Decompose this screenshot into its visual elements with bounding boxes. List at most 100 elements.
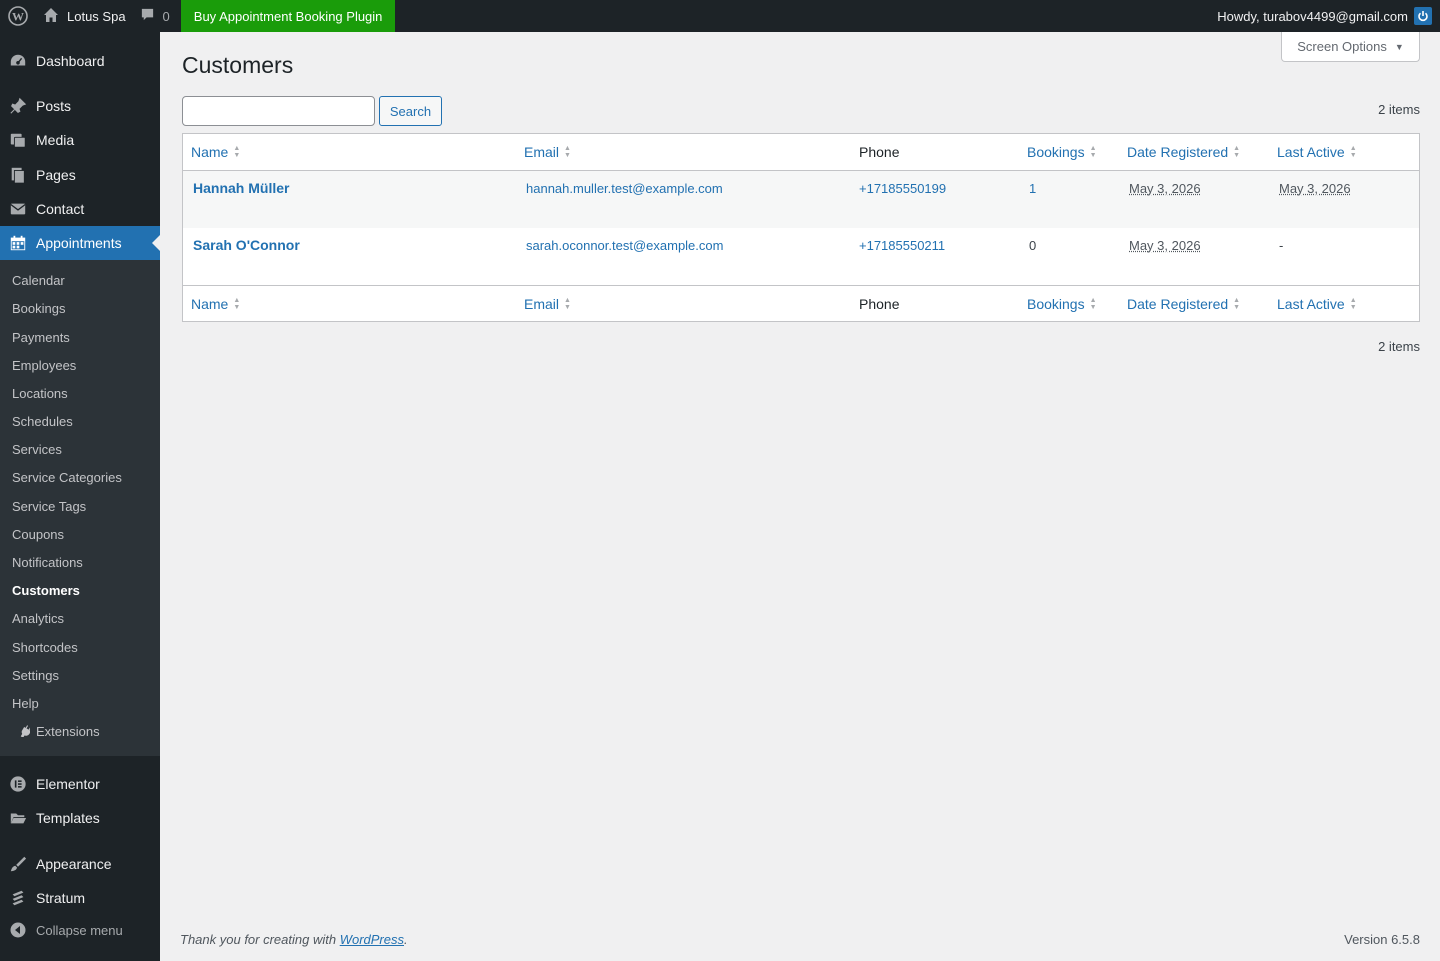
power-icon[interactable]	[1414, 7, 1432, 25]
collapse-arrow-icon	[0, 922, 36, 938]
menu-media[interactable]: Media	[0, 123, 160, 157]
column-label: Date Registered	[1127, 295, 1229, 312]
admin-sidebar: Dashboard Posts Media Pages Contact Appo…	[0, 32, 160, 961]
footer-version: Version 6.5.8	[1344, 932, 1420, 947]
menu-dashboard[interactable]: Dashboard	[0, 44, 160, 78]
screen-options-button[interactable]: Screen Options ▼	[1281, 32, 1420, 62]
media-icon	[0, 131, 36, 149]
sort-icon: ▲ ▼	[1349, 145, 1357, 159]
customers-table: Name ▲ ▼ Email ▲ ▼ Phone Bookings ▲ ▼ Date Reg…	[182, 133, 1420, 322]
site-name: Lotus Spa	[67, 8, 126, 24]
column-footer-last-active[interactable]: Last Active ▲ ▼	[1277, 296, 1357, 312]
menu-pages[interactable]: Pages	[0, 158, 160, 192]
wordpress-logo-icon[interactable]: W	[0, 0, 36, 32]
menu-contact[interactable]: Contact	[0, 192, 160, 226]
submenu-employees[interactable]: Employees	[12, 358, 76, 373]
column-label: Last Active	[1277, 144, 1345, 160]
page-title: Customers	[182, 52, 294, 78]
submenu-coupons[interactable]: Coupons	[12, 527, 64, 542]
submenu-customers[interactable]: Customers	[12, 583, 80, 598]
column-header-name[interactable]: Name ▲ ▼	[191, 144, 240, 160]
dashboard-icon	[0, 52, 36, 70]
menu-label: Pages	[36, 167, 76, 183]
submenu-calendar[interactable]: Calendar	[12, 273, 65, 288]
customer-bookings-link[interactable]: 1	[1029, 181, 1036, 196]
items-count-top: 2 items	[1378, 102, 1420, 117]
table-row: Sarah O'Connor sarah.oconnor.test@exampl…	[183, 228, 1419, 285]
customer-phone-link[interactable]: +17185550211	[859, 238, 945, 253]
menu-label: Appointments	[36, 235, 122, 251]
submenu-schedules[interactable]: Schedules	[12, 414, 73, 429]
customer-name-link[interactable]: Sarah O'Connor	[193, 237, 300, 253]
submenu-notifications[interactable]: Notifications	[12, 555, 83, 570]
menu-label: Contact	[36, 201, 85, 217]
wordpress-link[interactable]: WordPress	[340, 932, 404, 947]
buy-plugin-button[interactable]: Buy Appointment Booking Plugin	[180, 0, 396, 32]
submenu-service-tags[interactable]: Service Tags	[12, 499, 86, 514]
elementor-icon	[0, 775, 36, 793]
menu-templates[interactable]: Templates	[0, 801, 160, 835]
submenu-analytics[interactable]: Analytics	[12, 611, 64, 626]
column-header-date-registered[interactable]: Date Registered ▲ ▼	[1127, 144, 1240, 160]
date-registered: May 3, 2026	[1129, 238, 1201, 253]
submenu-extensions[interactable]: Extensions	[16, 723, 100, 740]
menu-label: Dashboard	[36, 53, 105, 69]
submenu-help[interactable]: Help	[12, 696, 39, 711]
comments-count: 0	[162, 8, 170, 24]
menu-stratum[interactable]: Stratum	[0, 881, 160, 915]
items-count-bottom: 2 items	[1378, 339, 1420, 354]
user-greeting[interactable]: Howdy, turabov4499@gmail.com	[1217, 9, 1408, 24]
submenu-settings[interactable]: Settings	[12, 668, 59, 683]
last-active: May 3, 2026	[1279, 181, 1351, 196]
search-input[interactable]	[182, 96, 375, 126]
menu-label: Templates	[36, 810, 100, 826]
column-header-last-active[interactable]: Last Active ▲ ▼	[1277, 144, 1357, 160]
svg-text:W: W	[12, 10, 24, 24]
column-label: Date Registered	[1127, 144, 1229, 160]
sort-icon: ▲ ▼	[1089, 296, 1097, 311]
customer-email-link[interactable]: hannah.muller.test@example.com	[526, 181, 723, 196]
column-footer-bookings[interactable]: Bookings ▲ ▼	[1027, 296, 1097, 312]
main-content: Screen Options ▼ Customers Search 2 item…	[160, 32, 1440, 961]
date-registered: May 3, 2026	[1129, 181, 1201, 196]
column-header-email[interactable]: Email ▲ ▼	[524, 144, 571, 160]
column-label: Name	[191, 144, 229, 160]
pages-icon	[0, 166, 36, 184]
collapse-menu-button[interactable]: Collapse menu	[0, 918, 160, 942]
customer-email-link[interactable]: sarah.oconnor.test@example.com	[526, 238, 723, 253]
column-footer-name[interactable]: Name ▲ ▼	[191, 296, 240, 312]
column-label: Bookings	[1027, 295, 1085, 312]
submenu-locations[interactable]: Locations	[12, 386, 68, 401]
footer-thanks-suffix: .	[404, 932, 408, 947]
customer-phone-link[interactable]: +17185550199	[859, 181, 946, 196]
collapse-menu-label: Collapse menu	[36, 922, 123, 938]
sort-icon: ▲ ▼	[564, 145, 571, 159]
menu-label: Elementor	[36, 776, 100, 792]
stratum-icon	[0, 889, 36, 907]
menu-posts[interactable]: Posts	[0, 89, 160, 123]
column-footer-date-registered[interactable]: Date Registered ▲ ▼	[1127, 296, 1240, 312]
menu-elementor[interactable]: Elementor	[0, 767, 160, 801]
column-header-phone: Phone	[859, 144, 900, 160]
submenu-shortcodes[interactable]: Shortcodes	[12, 640, 78, 655]
column-header-bookings[interactable]: Bookings ▲ ▼	[1027, 144, 1097, 160]
menu-appearance[interactable]: Appearance	[0, 847, 160, 881]
comments-link[interactable]: 0	[133, 0, 177, 32]
submenu-services[interactable]: Services	[12, 442, 62, 457]
submenu-service-categories[interactable]: Service Categories	[12, 470, 122, 485]
submenu-bookings[interactable]: Bookings	[12, 301, 65, 316]
menu-label: Appearance	[36, 856, 112, 872]
search-button[interactable]: Search	[379, 96, 442, 126]
menu-appointments[interactable]: Appointments	[0, 226, 160, 260]
home-icon	[43, 7, 59, 26]
footer-thanks-text: Thank you for creating with	[180, 932, 340, 947]
column-footer-email[interactable]: Email ▲ ▼	[524, 296, 571, 312]
sort-icon: ▲ ▼	[1089, 145, 1097, 159]
site-name-link[interactable]: Lotus Spa	[36, 0, 133, 32]
appointments-submenu: Calendar Bookings Payments Employees Loc…	[0, 260, 160, 756]
plug-icon	[16, 723, 32, 740]
menu-label: Media	[36, 132, 75, 148]
submenu-payments[interactable]: Payments	[12, 330, 70, 345]
customer-name-link[interactable]: Hannah Müller	[193, 180, 289, 196]
sort-icon: ▲ ▼	[564, 296, 571, 311]
